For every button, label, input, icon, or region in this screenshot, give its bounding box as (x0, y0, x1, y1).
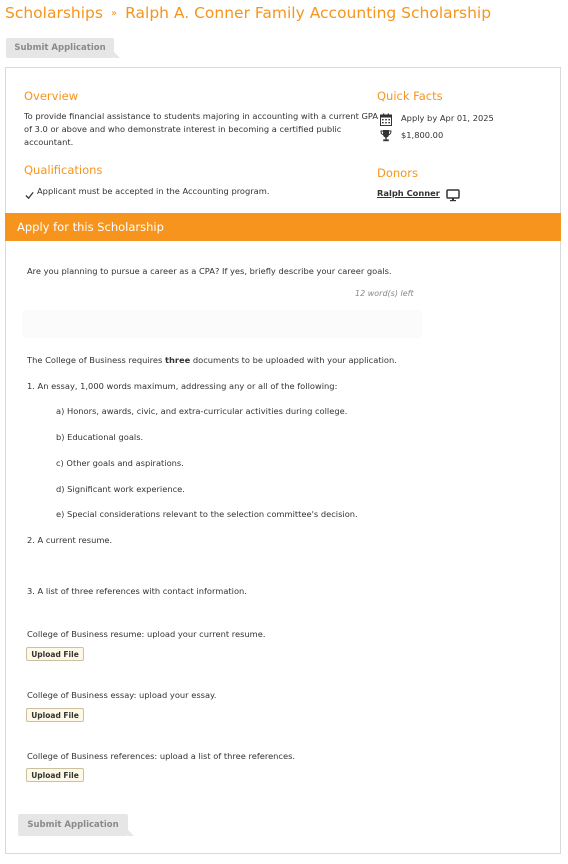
essay-topic-d: d) Significant work experience. (56, 484, 185, 494)
words-left-counter: 12 word(s) left (355, 289, 414, 298)
upload-references-label: College of Business references: upload a… (27, 751, 296, 761)
essay-topic-e: e) Special considerations relevant to th… (56, 509, 358, 519)
requirement-essay: 1. An essay, 1,000 words maximum, addres… (27, 381, 338, 391)
donors-heading: Donors (377, 166, 418, 180)
breadcrumb-scholarships-link[interactable]: Scholarships (5, 4, 103, 22)
overview-heading: Overview (24, 89, 79, 103)
submit-application-button-top[interactable]: Submit Application (6, 38, 120, 58)
essay-topic-a: a) Honors, awards, civic, and extra-curr… (56, 406, 348, 416)
qualifications-heading: Qualifications (24, 163, 103, 177)
overview-line-1: To provide financial assistance to stude… (24, 111, 379, 121)
submit-application-button-bottom[interactable]: Submit Application (18, 814, 134, 836)
requirement-references: 3. A list of three references with conta… (27, 586, 247, 596)
trophy-icon (380, 127, 392, 146)
upload-resume-button[interactable]: Upload File (26, 647, 84, 661)
overview-line-3: accountant. (24, 137, 74, 147)
deadline-text: Apply by Apr 01, 2025 (401, 113, 494, 123)
amount-text: $1,800.00 (401, 130, 444, 140)
overview-line-2: of 3.0 or above and who demonstrate inte… (24, 124, 342, 134)
documents-intro: The College of Business requires three d… (27, 355, 397, 365)
requirement-resume: 2. A current resume. (27, 535, 113, 545)
page-title: Ralph A. Conner Family Accounting Schola… (125, 4, 492, 22)
upload-resume-label: College of Business resume: upload your … (27, 629, 266, 639)
upload-references-button[interactable]: Upload File (26, 768, 84, 782)
upload-essay-button[interactable]: Upload File (26, 708, 84, 722)
monitor-icon[interactable] (446, 187, 460, 206)
quick-facts-heading: Quick Facts (377, 89, 443, 103)
donor-link[interactable]: Ralph Conner (377, 188, 440, 198)
apply-section-header: Apply for this Scholarship (5, 213, 561, 241)
upload-essay-label: College of Business essay: upload your e… (27, 690, 217, 700)
cpa-answer-textarea[interactable] (22, 310, 422, 338)
qualification-item: Applicant must be accepted in the Accoun… (37, 186, 270, 196)
checkmark-icon (25, 185, 34, 204)
essay-topic-b: b) Educational goals. (56, 432, 144, 442)
essay-topic-c: c) Other goals and aspirations. (56, 458, 184, 468)
breadcrumb-separator: » (110, 8, 118, 19)
cpa-question: Are you planning to pursue a career as a… (27, 266, 392, 276)
breadcrumb: Scholarships » Ralph A. Conner Family Acco… (5, 4, 491, 22)
